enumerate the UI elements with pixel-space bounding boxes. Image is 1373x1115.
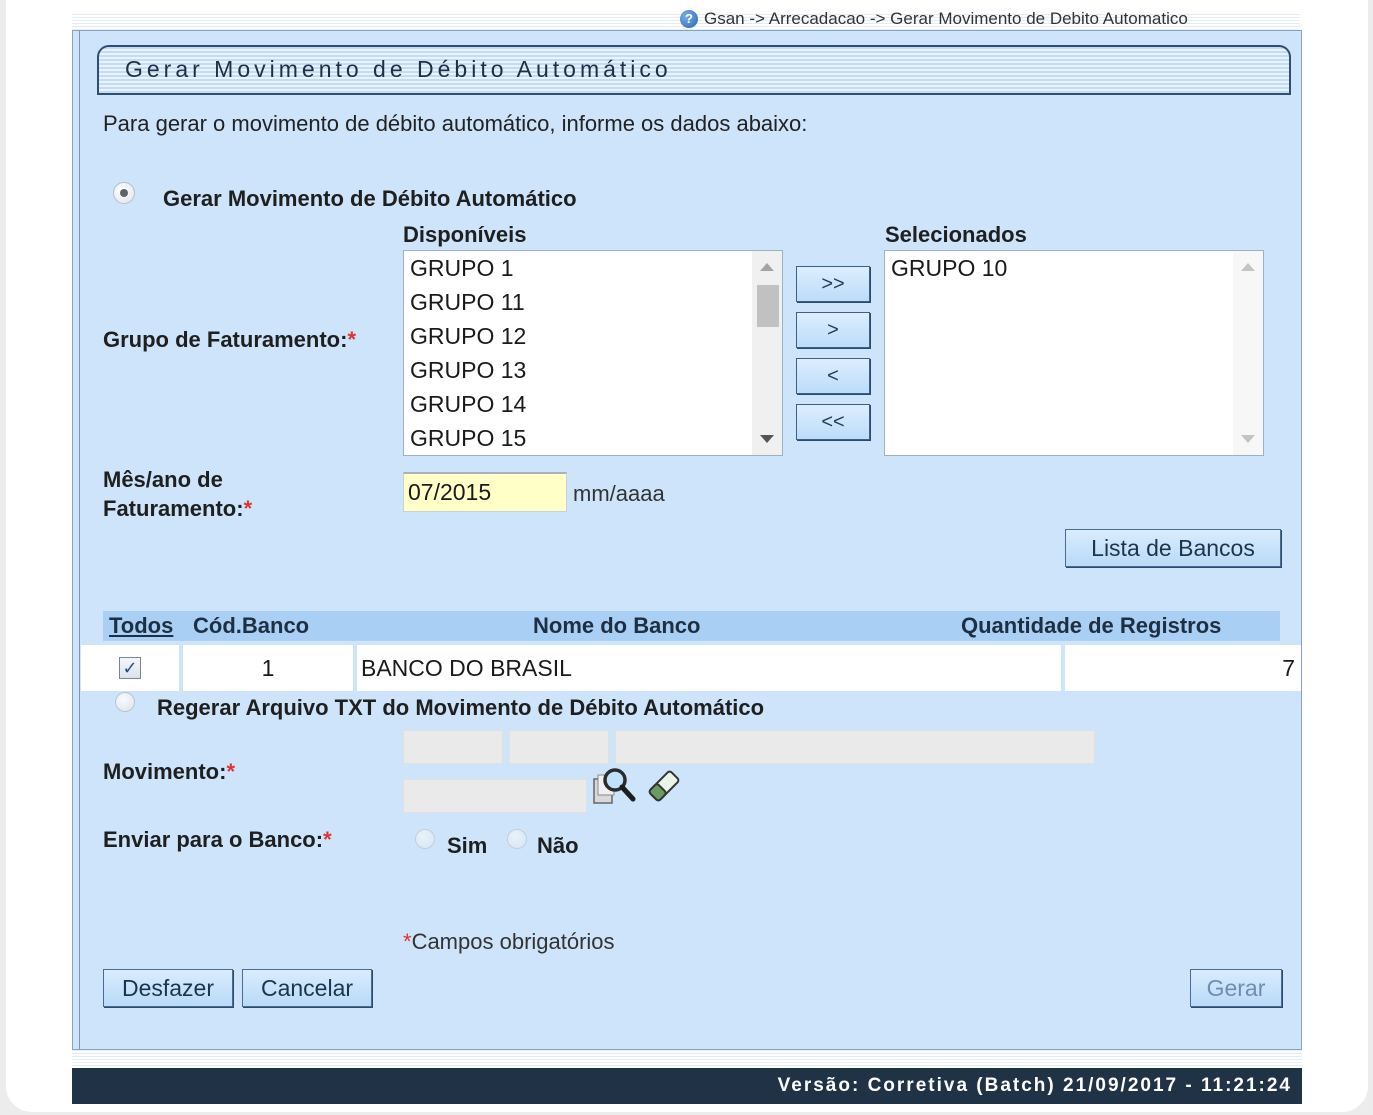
page-title: Gerar Movimento de Débito Automático bbox=[97, 45, 1291, 95]
campos-obrigatorios-note: *Campos obrigatórios bbox=[403, 929, 615, 954]
cell-quantidade: 7 bbox=[1282, 655, 1295, 681]
help-icon[interactable]: ? bbox=[680, 10, 698, 28]
movimento-description-field[interactable] bbox=[615, 730, 1095, 764]
main-panel: Gerar Movimento de Débito Automático Par… bbox=[72, 30, 1302, 1050]
disponiveis-scrollbar[interactable] bbox=[752, 251, 782, 455]
list-item[interactable]: GRUPO 10 bbox=[885, 251, 1263, 285]
movimento-code-field[interactable] bbox=[403, 779, 587, 813]
cell-nome-banco: BANCO DO BRASIL bbox=[361, 655, 572, 681]
list-item[interactable]: GRUPO 1 bbox=[404, 251, 782, 285]
mes-ano-input[interactable]: 07/2015 bbox=[403, 472, 567, 512]
table-row: ✓ 1 BANCO DO BRASIL 7 bbox=[81, 645, 1301, 691]
list-item[interactable]: GRUPO 13 bbox=[404, 353, 782, 387]
radio-gerar-movimento[interactable] bbox=[113, 182, 135, 204]
disponiveis-listbox[interactable]: GRUPO 1 GRUPO 11 GRUPO 12 GRUPO 13 GRUPO… bbox=[403, 250, 783, 456]
breadcrumb-text: Gsan -> Arrecadacao -> Gerar Movimento d… bbox=[704, 9, 1188, 28]
radio-regerar-arquivo[interactable] bbox=[115, 692, 135, 712]
remove-all-button[interactable]: << bbox=[796, 404, 870, 440]
scroll-thumb[interactable] bbox=[757, 285, 779, 327]
enviar-nao-label: Não bbox=[537, 833, 579, 858]
banco-checkbox[interactable]: ✓ bbox=[119, 657, 141, 679]
cancelar-button[interactable]: Cancelar bbox=[242, 969, 372, 1007]
scroll-down-icon[interactable] bbox=[760, 435, 774, 443]
radio-enviar-nao[interactable] bbox=[507, 829, 527, 849]
grupo-faturamento-label: Grupo de Faturamento:* bbox=[103, 327, 357, 352]
select-all-link[interactable]: Todos bbox=[109, 611, 173, 641]
enviar-sim-label: Sim bbox=[447, 833, 488, 858]
list-item[interactable]: GRUPO 12 bbox=[404, 319, 782, 353]
radio-enviar-sim[interactable] bbox=[415, 829, 435, 849]
option-gerar-label: Gerar Movimento de Débito Automático bbox=[163, 186, 577, 211]
th-quantidade-registros: Quantidade de Registros bbox=[961, 613, 1222, 638]
mes-ano-label: Mês/ano de Faturamento:* bbox=[103, 467, 253, 521]
th-nome-banco: Nome do Banco bbox=[533, 613, 701, 638]
eraser-icon[interactable] bbox=[645, 767, 683, 805]
magnifier-search-icon[interactable] bbox=[591, 765, 639, 807]
mes-ano-format-hint: mm/aaaa bbox=[573, 481, 665, 506]
selecionados-scrollbar[interactable] bbox=[1233, 251, 1263, 455]
scroll-down-icon[interactable] bbox=[1241, 435, 1255, 443]
bancos-table-header: Todos Cód.Banco Nome do Banco Quantidade… bbox=[103, 611, 1280, 641]
add-all-button[interactable]: >> bbox=[796, 266, 870, 302]
desfazer-button[interactable]: Desfazer bbox=[103, 969, 233, 1007]
list-item[interactable]: GRUPO 11 bbox=[404, 285, 782, 319]
version-footer: Versão: Corretiva (Batch) 21/09/2017 - 1… bbox=[72, 1068, 1302, 1104]
list-item[interactable]: GRUPO 14 bbox=[404, 387, 782, 421]
gerar-button[interactable]: Gerar bbox=[1190, 969, 1282, 1007]
selecionados-title: Selecionados bbox=[885, 222, 1027, 247]
disponiveis-title: Disponíveis bbox=[403, 222, 527, 247]
intro-text: Para gerar o movimento de débito automát… bbox=[103, 111, 808, 136]
selecionados-listbox[interactable]: GRUPO 10 bbox=[884, 250, 1264, 456]
bottom-divider bbox=[72, 1050, 1302, 1068]
th-cod-banco: Cód.Banco bbox=[193, 613, 310, 638]
breadcrumb: ? Gsan -> Arrecadacao -> Gerar Movimento… bbox=[680, 8, 1188, 30]
remove-button[interactable]: < bbox=[796, 358, 870, 394]
movimento-label: Movimento:* bbox=[103, 759, 236, 784]
lista-bancos-button[interactable]: Lista de Bancos bbox=[1065, 529, 1281, 567]
cell-cod-banco: 1 bbox=[261, 655, 275, 681]
option-regerar-label: Regerar Arquivo TXT do Movimento de Débi… bbox=[157, 695, 765, 720]
add-button[interactable]: > bbox=[796, 312, 870, 348]
scroll-up-icon[interactable] bbox=[1241, 263, 1255, 271]
movimento-field-2[interactable] bbox=[509, 730, 609, 764]
enviar-banco-label: Enviar para o Banco:* bbox=[103, 827, 332, 852]
scroll-up-icon[interactable] bbox=[760, 263, 774, 271]
list-item[interactable]: GRUPO 15 bbox=[404, 421, 782, 455]
movimento-field-1[interactable] bbox=[403, 730, 503, 764]
